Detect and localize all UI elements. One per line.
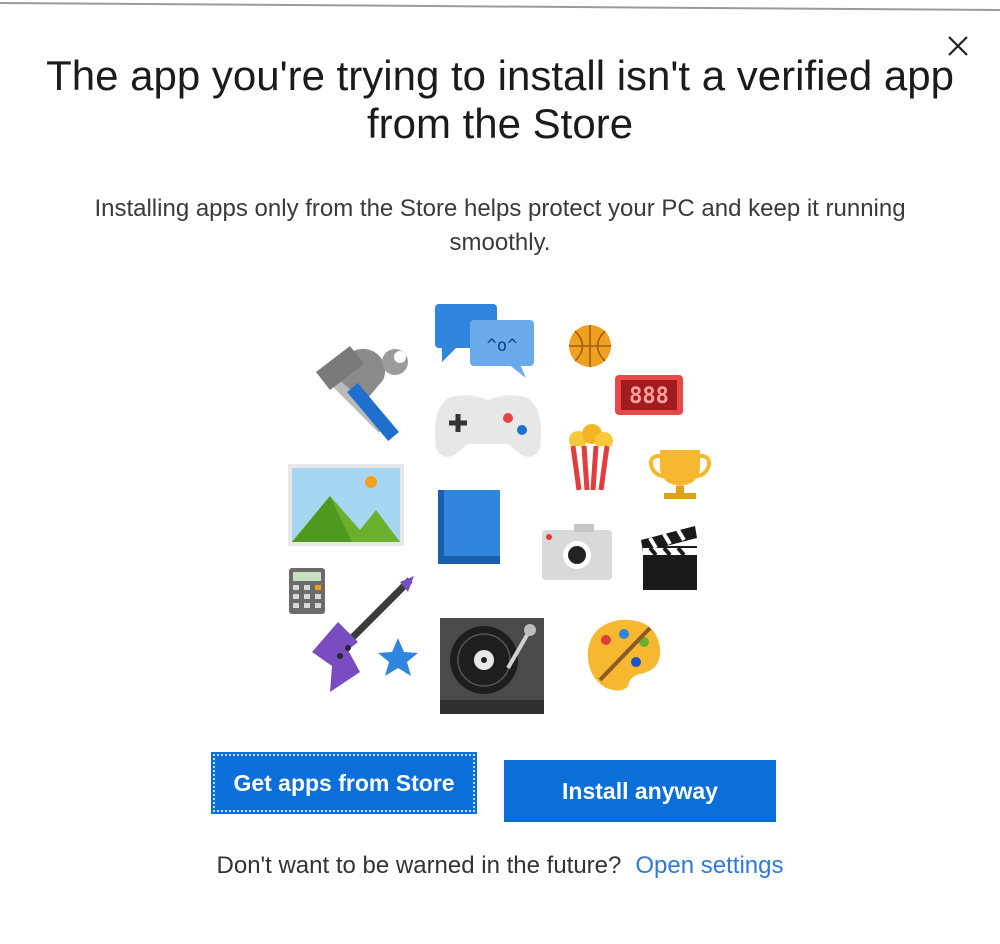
footer: Don't want to be warned in the future? Op… — [0, 852, 1000, 880]
install-anyway-button[interactable]: Install anyway — [504, 760, 776, 822]
trophy-icon — [649, 450, 711, 499]
calculator-icon — [289, 568, 325, 614]
star-icon — [378, 638, 418, 676]
get-apps-from-store-button[interactable]: Get apps from Store — [211, 752, 477, 814]
chat-emoticon-text: ^o^ — [487, 336, 518, 356]
book-icon — [438, 490, 500, 564]
basketball-icon — [569, 325, 611, 367]
warning-question: Don't want to be warned in the future? — [216, 852, 622, 879]
scoreboard-digits: 888 — [629, 384, 669, 409]
turntable-icon — [440, 618, 544, 714]
photo-icon — [288, 464, 404, 546]
guitar-icon — [312, 576, 414, 692]
palette-icon — [587, 619, 661, 691]
app-illustration: ^o^ 888 — [288, 304, 711, 714]
chat-bubbles-icon: ^o^ — [435, 304, 534, 378]
hammer-wrench-icon — [316, 346, 408, 442]
gamepad-icon — [434, 395, 542, 457]
popcorn-icon — [569, 424, 613, 491]
camera-icon — [542, 524, 612, 580]
open-settings-link[interactable]: Open settings — [635, 852, 783, 879]
scoreboard-icon: 888 — [615, 375, 683, 415]
clapperboard-icon — [641, 526, 697, 590]
